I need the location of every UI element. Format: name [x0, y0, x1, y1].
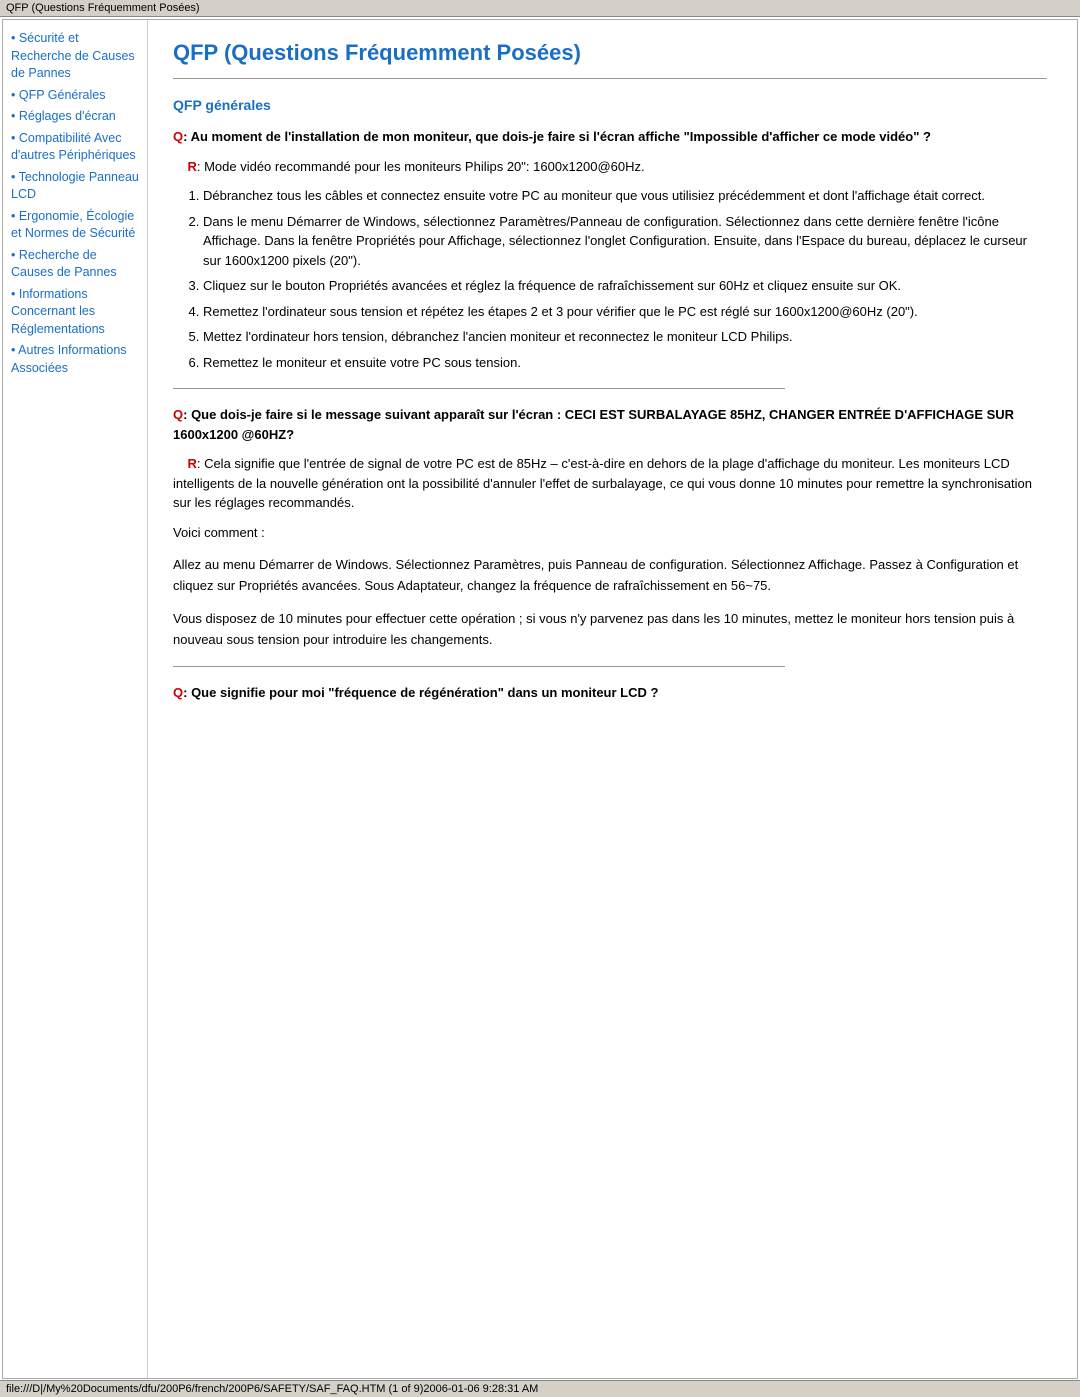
sidebar-item-8: • Autres Informations Associées — [11, 342, 139, 377]
sidebar-item-4: • Technologie Panneau LCD — [11, 169, 139, 204]
status-bar-text: file:///D|/My%20Documents/dfu/200P6/fren… — [6, 1383, 538, 1395]
section-title: QFP générales — [173, 97, 1047, 113]
sidebar-link-2[interactable]: • Réglages d'écran — [11, 108, 139, 126]
r2-label: R — [187, 456, 196, 471]
sidebar-item-3: • Compatibilité Avec d'autres Périphériq… — [11, 130, 139, 165]
sidebar-link-6[interactable]: • Recherche de Causes de Pannes — [11, 247, 139, 282]
sidebar-item-5: • Ergonomie, Écologie et Normes de Sécur… — [11, 208, 139, 243]
step-6: Remettez le moniteur et ensuite votre PC… — [203, 353, 1047, 373]
step-1: Débranchez tous les câbles et connectez … — [203, 186, 1047, 206]
title-divider — [173, 78, 1047, 79]
section-divider-2 — [173, 666, 785, 667]
step-2: Dans le menu Démarrer de Windows, sélect… — [203, 212, 1047, 271]
paragraph-2: Vous disposez de 10 minutes pour effectu… — [173, 609, 1047, 651]
section-divider-1 — [173, 388, 785, 389]
sidebar-item-1: • QFP Générales — [11, 87, 139, 105]
q2-text: : Que dois-je faire si le message suivan… — [173, 407, 1014, 442]
a2-text: : Cela signifie que l'entrée de signal d… — [173, 456, 1032, 510]
main-content: QFP (Questions Fréquemment Posées) QFP g… — [148, 20, 1077, 1378]
title-bar-text: QFP (Questions Fréquemment Posées) — [6, 2, 200, 14]
voici-comment: Voici comment : — [173, 523, 1047, 544]
question-3: Q: Que signifie pour moi "fréquence de r… — [173, 683, 1047, 703]
r1-label: R — [187, 159, 196, 174]
status-bar: file:///D|/My%20Documents/dfu/200P6/fren… — [0, 1380, 1080, 1397]
step-3: Cliquez sur le bouton Propriétés avancée… — [203, 276, 1047, 296]
sidebar-link-3[interactable]: • Compatibilité Avec d'autres Périphériq… — [11, 130, 139, 165]
steps-list: Débranchez tous les câbles et connectez … — [203, 186, 1047, 372]
question-1: Q: Au moment de l'installation de mon mo… — [173, 127, 1047, 147]
sidebar-item-2: • Réglages d'écran — [11, 108, 139, 126]
q2-label: Q — [173, 407, 183, 422]
question-2: Q: Que dois-je faire si le message suiva… — [173, 405, 1047, 444]
step-5: Mettez l'ordinateur hors tension, débran… — [203, 327, 1047, 347]
q3-label: Q — [173, 685, 183, 700]
sidebar-link-5[interactable]: • Ergonomie, Écologie et Normes de Sécur… — [11, 208, 139, 243]
sidebar-link-0[interactable]: • Sécurité et Recherche de Causes de Pan… — [11, 30, 139, 83]
sidebar-link-8[interactable]: • Autres Informations Associées — [11, 342, 139, 377]
answer-2: R: Cela signifie que l'entrée de signal … — [173, 454, 1047, 513]
step-4: Remettez l'ordinateur sous tension et ré… — [203, 302, 1047, 322]
sidebar-link-7[interactable]: • Informations Concernant les Réglementa… — [11, 286, 139, 339]
sidebar-link-4[interactable]: • Technologie Panneau LCD — [11, 169, 139, 204]
sidebar-item-0: • Sécurité et Recherche de Causes de Pan… — [11, 30, 139, 83]
sidebar-link-1[interactable]: • QFP Générales — [11, 87, 139, 105]
browser-content: • Sécurité et Recherche de Causes de Pan… — [2, 19, 1078, 1379]
q1-label: Q — [173, 129, 183, 144]
q1-text: : Au moment de l'installation de mon mon… — [183, 129, 931, 144]
a1-text: : Mode vidéo recommandé pour les moniteu… — [197, 159, 645, 174]
title-bar: QFP (Questions Fréquemment Posées) — [0, 0, 1080, 17]
sidebar: • Sécurité et Recherche de Causes de Pan… — [3, 20, 148, 1378]
q3-text: : Que signifie pour moi "fréquence de ré… — [183, 685, 658, 700]
answer-1: R: Mode vidéo recommandé pour les monite… — [173, 157, 1047, 177]
sidebar-item-6: • Recherche de Causes de Pannes — [11, 247, 139, 282]
page-title: QFP (Questions Fréquemment Posées) — [173, 40, 1047, 66]
paragraph-1: Allez au menu Démarrer de Windows. Sélec… — [173, 555, 1047, 597]
sidebar-item-7: • Informations Concernant les Réglementa… — [11, 286, 139, 339]
